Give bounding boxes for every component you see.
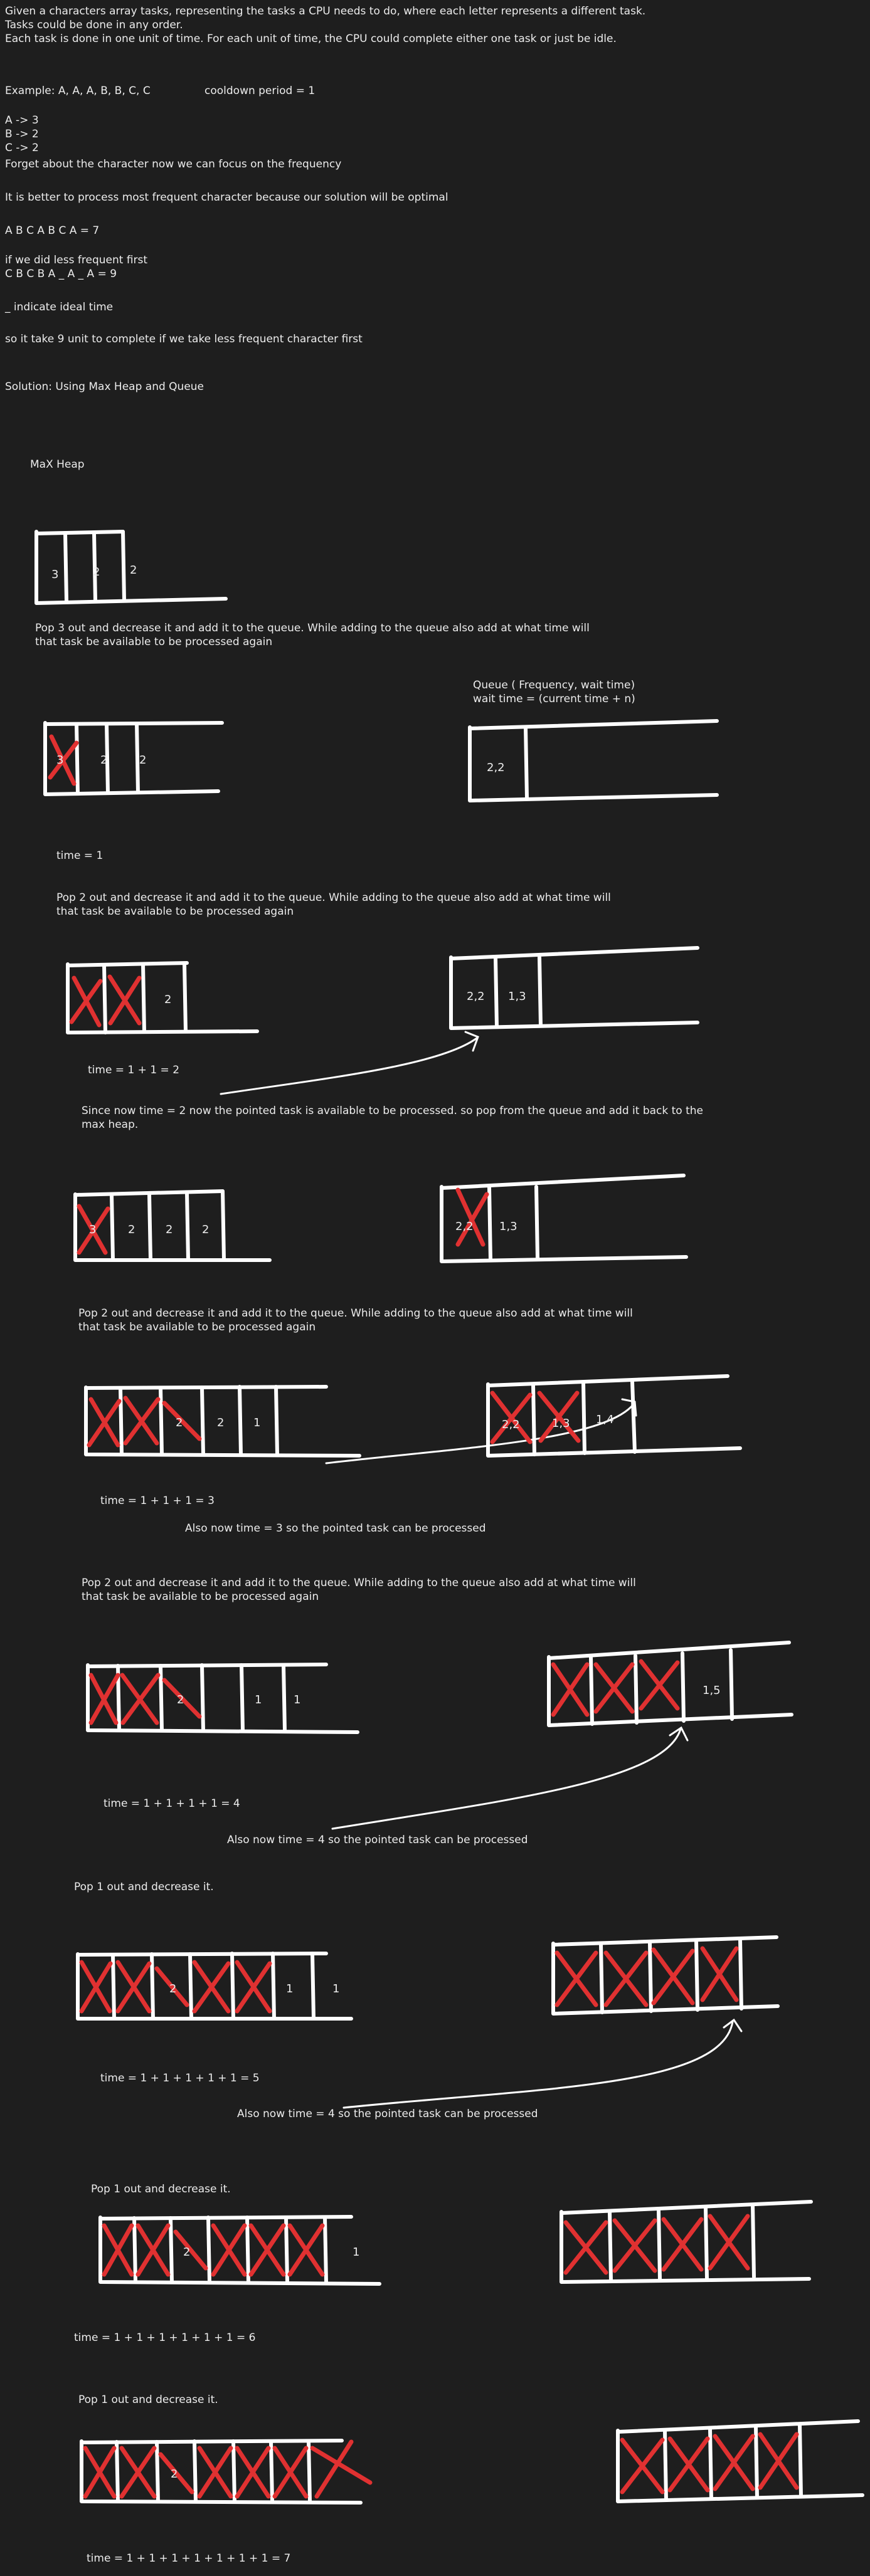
- cross-icon: [603, 1950, 649, 2007]
- cross-icon: [554, 1950, 598, 2007]
- cross-icon: [651, 1947, 695, 2006]
- max-heap-8: [98, 2215, 381, 2286]
- cell-value: 2: [183, 2246, 190, 2259]
- cell-value: 1: [332, 1982, 339, 1995]
- cross-icon: [102, 2223, 134, 2277]
- cell-value: 1: [294, 1693, 300, 1706]
- cross-icon: [69, 975, 103, 1028]
- cross-icon: [667, 2436, 710, 2493]
- cell-value: 3: [51, 568, 58, 581]
- queue-2: [449, 946, 699, 1030]
- cell-value: 1: [353, 2246, 359, 2259]
- cross-icon: [235, 2446, 271, 2499]
- cross-icon: [123, 1396, 161, 1446]
- cross-icon: [192, 1960, 231, 2014]
- cell-value: 1: [253, 1416, 260, 1429]
- cell-value: 2: [93, 565, 100, 579]
- cell-value: 2: [130, 564, 137, 577]
- cell-value: 2: [176, 1416, 183, 1429]
- cell-value: 1: [255, 1693, 262, 1706]
- cell-value: 2: [166, 1223, 172, 1236]
- cross-icon: [272, 2446, 309, 2499]
- queue-8: [616, 2419, 864, 2503]
- arrows: [220, 1031, 743, 2109]
- cross-icon: [211, 2223, 247, 2277]
- cell-value: 2: [169, 1982, 176, 1995]
- cell-value: 2: [128, 1223, 135, 1236]
- cross-icon: [107, 974, 142, 1026]
- cross-icon: [639, 1659, 680, 1711]
- cross-icon: [88, 1673, 120, 1725]
- cell-value: 2: [217, 1416, 224, 1429]
- cross-icon: [310, 2439, 373, 2499]
- cross-icon: [119, 2446, 157, 2499]
- cross-icon: [235, 1960, 272, 2014]
- cross-icon: [708, 2214, 750, 2271]
- cross-icon: [700, 1946, 739, 2002]
- cross-icon: [87, 1397, 122, 1448]
- max-heap-6: [86, 1663, 359, 1734]
- queue-3: [440, 1174, 688, 1263]
- cross-icon: [79, 1960, 113, 2014]
- queue-cell-value: 2,2: [502, 1418, 520, 1431]
- cross-icon: [173, 2229, 208, 2271]
- cell-value: 2: [202, 1223, 209, 1236]
- cross-icon: [83, 2446, 117, 2499]
- queue-cell-value: 1,5: [703, 1684, 721, 1697]
- cross-icon: [758, 2432, 799, 2490]
- queue-4: [486, 1374, 742, 1458]
- diagram-canvas: 3 2 2 3 2 2 2,2 2 2,2 1,3 3 2 2 2 2,2 1,…: [34, 530, 864, 2505]
- cell-value: 2: [171, 2468, 178, 2481]
- cross-icon: [551, 1662, 590, 1717]
- queue-cell-value: 1,4: [596, 1413, 614, 1426]
- cell-value: 1: [286, 1982, 293, 1995]
- arrow-1: [220, 1037, 478, 1095]
- cross-icon: [197, 2446, 233, 2499]
- cross-icon: [593, 1662, 635, 1714]
- queue-cell-value: 1,3: [508, 990, 526, 1003]
- queue-cell-value: 1,3: [499, 1220, 517, 1233]
- queue-1: [468, 719, 719, 802]
- cross-icon: [248, 2223, 286, 2277]
- cross-icon: [713, 2434, 755, 2491]
- cell-value: 2: [164, 993, 171, 1006]
- cross-icon: [115, 1960, 152, 2014]
- cell-labels: 3 2 2 3 2 2 2,2 2 2,2 1,3 3 2 2 2 2,2 1,…: [51, 564, 721, 2481]
- arrow-3: [331, 1728, 682, 1830]
- queue-6: [551, 1935, 780, 2016]
- arrow-4: [342, 2021, 734, 2109]
- cell-value: 2: [177, 1693, 184, 1706]
- cross-icon: [455, 1187, 489, 1247]
- cell-value: 2: [100, 754, 107, 767]
- cell-value: 3: [56, 754, 63, 767]
- cross-icon: [563, 2220, 608, 2275]
- cell-value: 3: [89, 1223, 96, 1236]
- queue-cell-value: 1,3: [552, 1417, 570, 1430]
- cross-icon: [287, 2223, 325, 2277]
- queue-cell-value: 2,2: [455, 1220, 474, 1233]
- cross-icon: [120, 1673, 161, 1725]
- queue-cell-value: 2,2: [467, 990, 485, 1003]
- cross-icon: [490, 1391, 533, 1444]
- cross-icon: [661, 2217, 704, 2272]
- queue-cell-value: 2,2: [487, 761, 505, 774]
- red-crosses: [48, 734, 799, 2499]
- cross-icon: [135, 2223, 171, 2277]
- cross-icon: [620, 2437, 665, 2495]
- cross-icon: [612, 2218, 657, 2273]
- cell-value: 2: [139, 754, 146, 767]
